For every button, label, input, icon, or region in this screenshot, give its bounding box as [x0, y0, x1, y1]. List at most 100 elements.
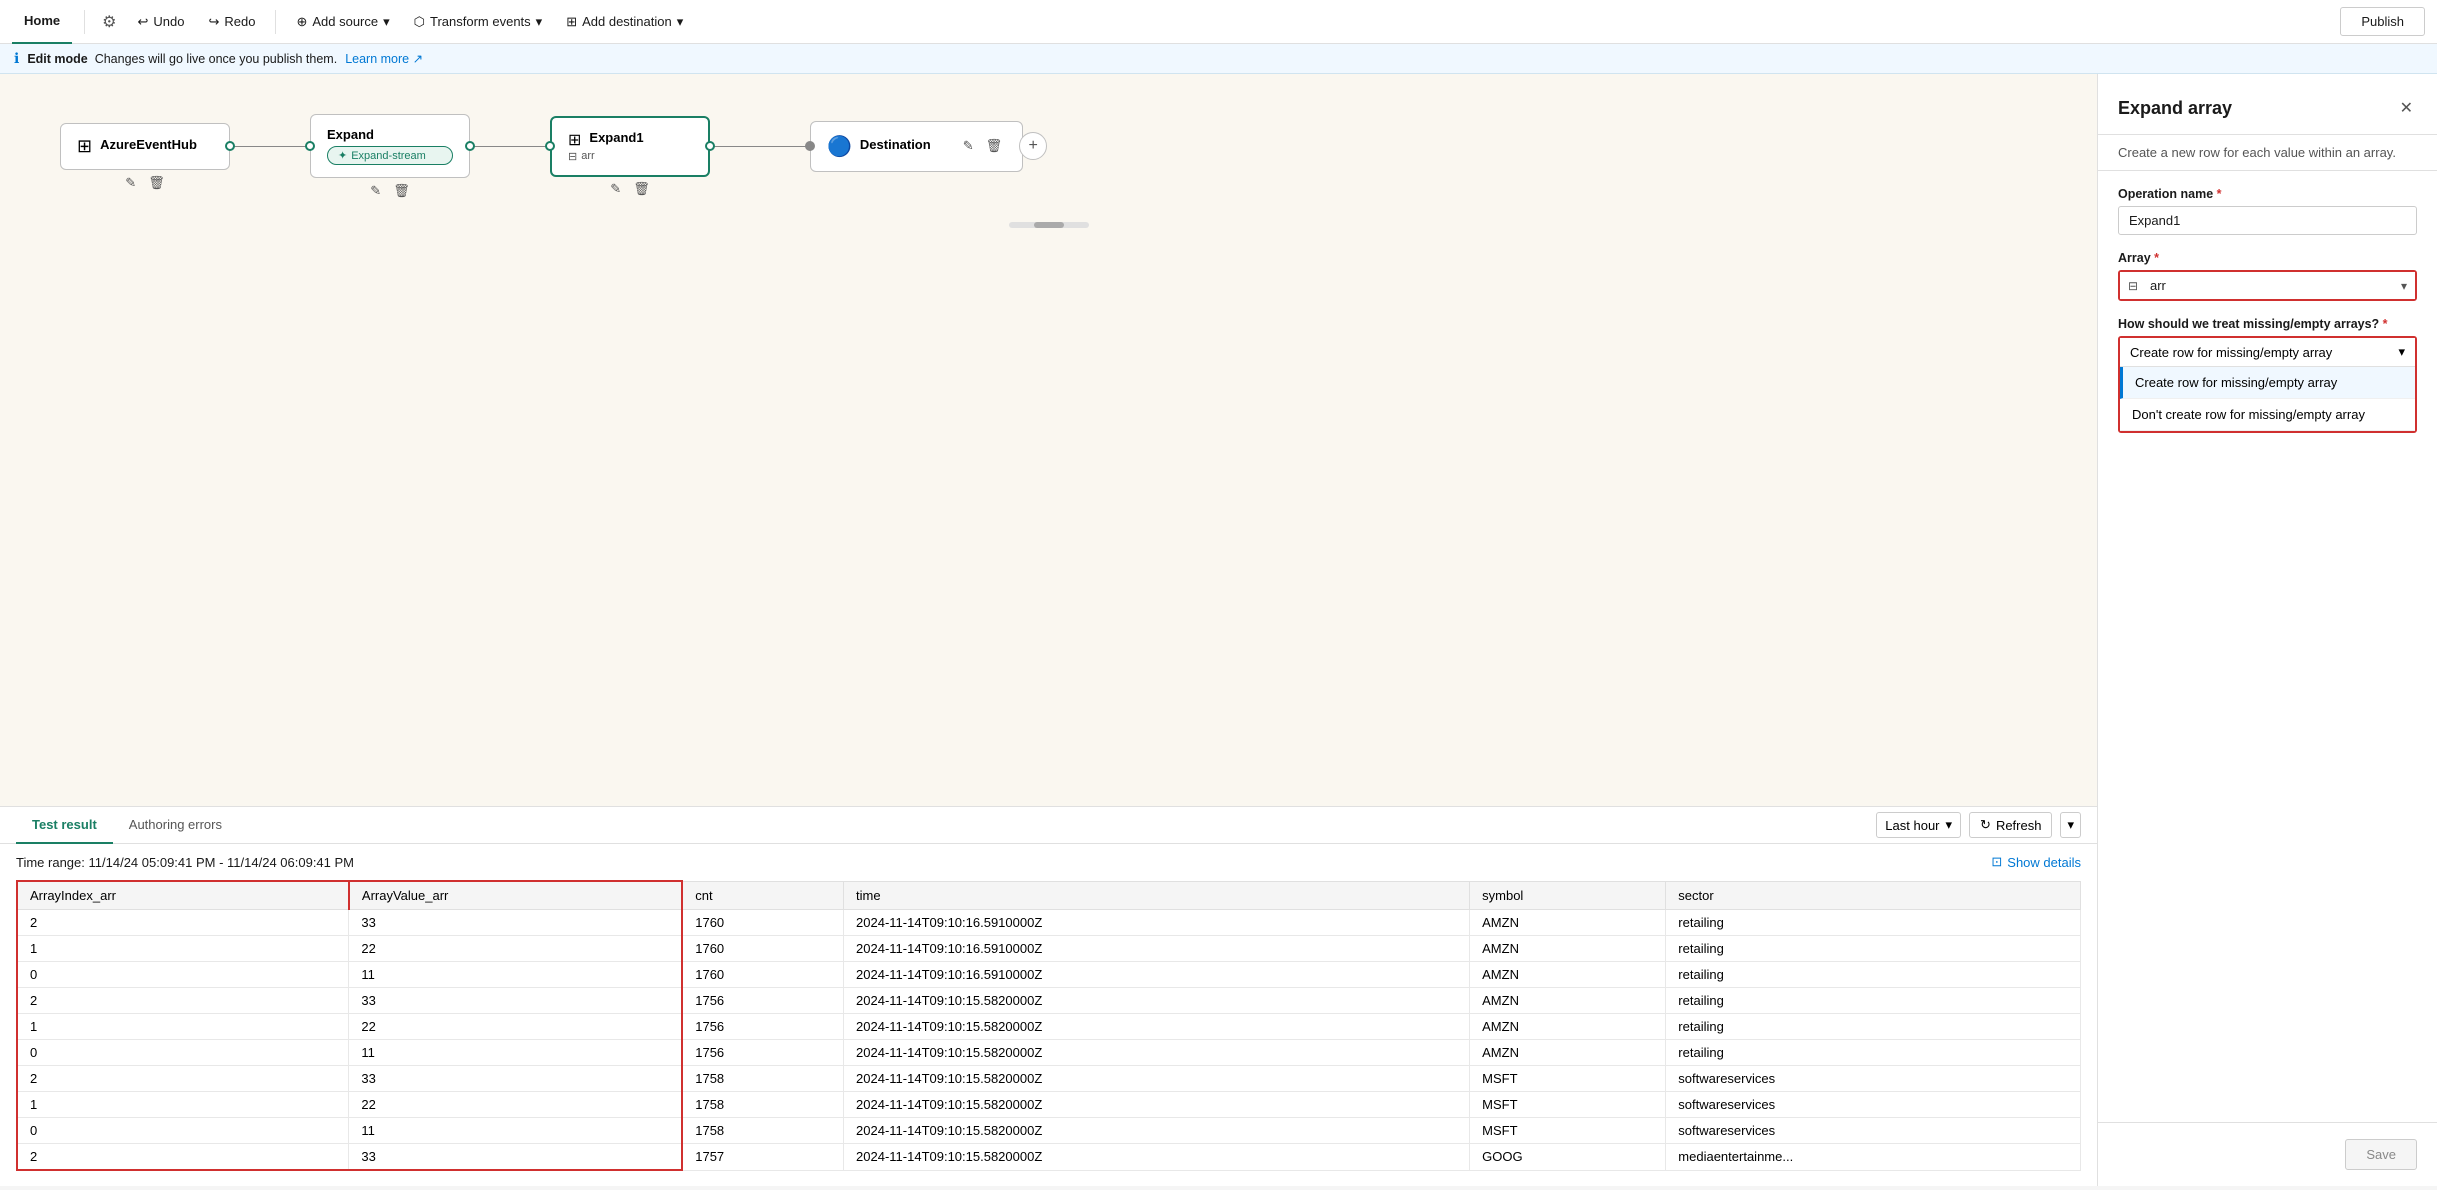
data-table-container[interactable]: ArrayIndex_arr ArrayValue_arr cnt time s…: [0, 880, 2097, 1186]
main-layout: ⊞ AzureEventHub ✎ 🗑 Expand: [0, 74, 2437, 1186]
table-row: 12217602024-11-14T09:10:16.5910000ZAMZNr…: [17, 936, 2081, 962]
edit-mode-label: Edit mode Changes will go live once you …: [27, 52, 337, 66]
table-cell: MSFT: [1470, 1066, 1666, 1092]
edit-expand-button[interactable]: ✎: [366, 181, 385, 201]
gear-button[interactable]: ⚙: [97, 7, 121, 37]
array-required: *: [2154, 251, 2159, 265]
add-destination-button[interactable]: ⊞ Add destination ▾: [558, 9, 691, 35]
delete-expand-button[interactable]: 🗑: [389, 181, 414, 201]
pipeline-scroll-thumb: [1034, 222, 1064, 228]
panel-collapse-button[interactable]: ▾: [2060, 812, 2081, 838]
table-cell: AMZN: [1470, 962, 1666, 988]
azure-eventhub-title: AzureEventHub: [100, 137, 197, 152]
publish-button[interactable]: Publish: [2340, 7, 2425, 36]
array-select-wrapper: ⊟ arr ▾: [2118, 270, 2417, 301]
azure-eventhub-icon: ⊞: [77, 136, 92, 157]
table-cell: 33: [349, 988, 682, 1014]
bottom-panel: Test result Authoring errors Last hour ▾…: [0, 806, 2097, 1186]
undo-icon: ↩: [137, 14, 148, 30]
close-right-panel-button[interactable]: ✕: [2396, 94, 2417, 122]
connector-dot-left-1: [225, 141, 235, 151]
table-cell: 22: [349, 936, 682, 962]
table-cell: AMZN: [1470, 936, 1666, 962]
table-cell: 1760: [682, 962, 843, 988]
save-button[interactable]: Save: [2345, 1139, 2417, 1170]
tab-test-result[interactable]: Test result: [16, 807, 113, 844]
destination-title: Destination: [860, 137, 931, 152]
option-create-row[interactable]: Create row for missing/empty array: [2120, 367, 2415, 399]
expand1-subtitle: ⊟ arr: [568, 150, 692, 163]
table-cell: 33: [349, 1066, 682, 1092]
table-cell: MSFT: [1470, 1092, 1666, 1118]
edit-destination-button[interactable]: ✎: [959, 136, 978, 156]
edit-eventhub-button[interactable]: ✎: [121, 173, 140, 193]
right-panel: Expand array ✕ Create a new row for each…: [2097, 74, 2437, 1186]
arr-icon: ⊟: [568, 150, 577, 163]
connector-dot-right-1: [305, 141, 315, 151]
add-node-button[interactable]: +: [1019, 132, 1047, 160]
table-cell: 33: [349, 1144, 682, 1171]
delete-eventhub-button[interactable]: 🗑: [144, 173, 169, 193]
time-select[interactable]: Last hour ▾: [1876, 812, 1961, 838]
table-row: 01117602024-11-14T09:10:16.5910000ZAMZNr…: [17, 962, 2081, 988]
table-header-row: ArrayIndex_arr ArrayValue_arr cnt time s…: [17, 881, 2081, 910]
missing-arrays-selected[interactable]: Create row for missing/empty array ▾: [2120, 338, 2415, 367]
expand1-title: Expand1: [589, 130, 643, 145]
table-row: 23317602024-11-14T09:10:16.5910000ZAMZNr…: [17, 910, 2081, 936]
missing-arrays-dropdown[interactable]: Create row for missing/empty array ▾ Cre…: [2118, 336, 2417, 433]
expand-title: Expand: [327, 127, 453, 142]
table-cell: 1756: [682, 1040, 843, 1066]
operation-name-input[interactable]: [2118, 206, 2417, 235]
table-cell: 2: [17, 1066, 349, 1092]
table-cell: 1757: [682, 1144, 843, 1171]
array-select[interactable]: arr: [2120, 272, 2415, 299]
toolbar-divider: [84, 10, 85, 34]
table-cell: 2024-11-14T09:10:15.5820000Z: [844, 1092, 1470, 1118]
show-details-button[interactable]: ⊡ Show details: [1991, 854, 2081, 870]
table-cell: 2024-11-14T09:10:15.5820000Z: [844, 1014, 1470, 1040]
info-icon: ℹ: [14, 50, 19, 67]
table-cell: 22: [349, 1092, 682, 1118]
col-header-time: time: [844, 881, 1470, 910]
connector-dot-right-2: [545, 141, 555, 151]
table-cell: 11: [349, 1040, 682, 1066]
node-expand1[interactable]: ⊞ Expand1 ⊟ arr ✎ 🗑: [550, 116, 710, 177]
tab-authoring-errors[interactable]: Authoring errors: [113, 807, 238, 844]
pipeline-canvas: ⊞ AzureEventHub ✎ 🗑 Expand: [0, 74, 2097, 806]
redo-icon: ↪: [208, 14, 219, 30]
table-row: 23317572024-11-14T09:10:15.5820000ZGOOGm…: [17, 1144, 2081, 1171]
edit-expand1-button[interactable]: ✎: [606, 179, 625, 199]
table-cell: AMZN: [1470, 1040, 1666, 1066]
panel-tabs: Test result Authoring errors Last hour ▾…: [0, 807, 2097, 844]
table-cell: retailing: [1666, 936, 2081, 962]
time-select-value: Last hour: [1885, 818, 1939, 833]
tab-home[interactable]: Home: [12, 0, 72, 44]
node-actions-expand: ✎ 🗑: [366, 181, 413, 201]
table-cell: 22: [349, 1014, 682, 1040]
redo-button[interactable]: ↪ Redo: [200, 9, 263, 35]
operation-name-label: Operation name *: [2118, 187, 2417, 201]
refresh-button[interactable]: ↻ Refresh: [1969, 812, 2052, 838]
table-cell: AMZN: [1470, 910, 1666, 936]
option-dont-create-row[interactable]: Don't create row for missing/empty array: [2120, 399, 2415, 431]
time-range-value: 11/14/24 05:09:41 PM - 11/14/24 06:09:41…: [89, 855, 354, 870]
delete-expand1-button[interactable]: 🗑: [629, 179, 654, 199]
node-azureeventhub[interactable]: ⊞ AzureEventHub ✎ 🗑: [60, 123, 230, 170]
col-header-symbol: symbol: [1470, 881, 1666, 910]
table-row: 01117582024-11-14T09:10:15.5820000ZMSFTs…: [17, 1118, 2081, 1144]
undo-button[interactable]: ↩ Undo: [129, 9, 192, 35]
time-range-info: Time range: 11/14/24 05:09:41 PM - 11/14…: [16, 855, 354, 870]
panel-footer: Save: [2098, 1122, 2437, 1186]
learn-more-link[interactable]: Learn more ↗: [345, 51, 423, 66]
table-cell: 2024-11-14T09:10:16.5910000Z: [844, 936, 1470, 962]
col-header-cnt: cnt: [682, 881, 843, 910]
array-field-group: Array * ⊟ arr ▾: [2118, 251, 2417, 301]
node-destination[interactable]: 🔵 Destination ✎ 🗑: [810, 121, 1023, 172]
table-cell: 1: [17, 936, 349, 962]
add-destination-chevron-icon: ▾: [677, 14, 684, 30]
delete-destination-button[interactable]: 🗑: [982, 136, 1007, 156]
missing-arrays-options: Create row for missing/empty array Don't…: [2120, 367, 2415, 431]
add-source-button[interactable]: ⊕ Add source ▾: [288, 9, 397, 35]
node-expand[interactable]: Expand ✦ Expand-stream ✎ 🗑: [310, 114, 470, 178]
transform-events-button[interactable]: ⬡ Transform events ▾: [406, 9, 551, 35]
